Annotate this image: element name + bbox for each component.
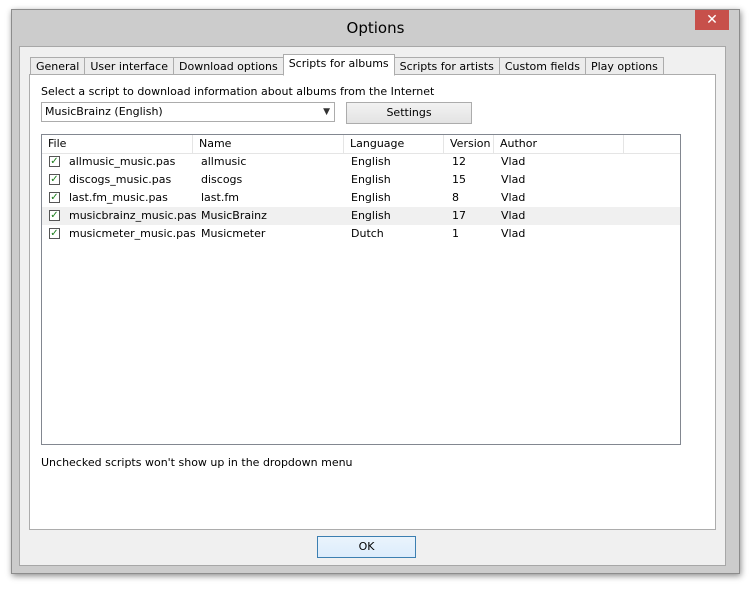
table-row[interactable]: ✓ musicbrainz_music.pas MusicBrainz Engl… xyxy=(42,207,680,225)
tab-panel: Select a script to download information … xyxy=(29,74,716,530)
cell-file: musicmeter_music.pas xyxy=(69,227,196,240)
cell-version: 8 xyxy=(452,191,459,204)
settings-button[interactable]: Settings xyxy=(346,102,472,124)
column-header-version[interactable]: Version xyxy=(444,135,494,153)
cell-author: Vlad xyxy=(501,191,526,204)
script-dropdown-value: MusicBrainz (English) xyxy=(45,105,163,118)
close-icon: ✕ xyxy=(706,12,718,28)
cell-language: Dutch xyxy=(351,227,384,240)
cell-name: discogs xyxy=(201,173,243,186)
ok-button[interactable]: OK xyxy=(317,536,416,558)
script-dropdown[interactable]: MusicBrainz (English) ▼ xyxy=(41,102,335,122)
tab-strip: General User interface Download options … xyxy=(30,54,664,76)
row-checkbox[interactable]: ✓ xyxy=(49,174,60,185)
dialog-client: General User interface Download options … xyxy=(19,46,726,566)
table-row[interactable]: ✓ allmusic_music.pas allmusic English 12… xyxy=(42,153,680,171)
script-prompt-label: Select a script to download information … xyxy=(41,85,435,98)
cell-file: discogs_music.pas xyxy=(69,173,172,186)
column-header-name[interactable]: Name xyxy=(193,135,344,153)
cell-file: allmusic_music.pas xyxy=(69,155,176,168)
cell-language: English xyxy=(351,155,391,168)
cell-author: Vlad xyxy=(501,209,526,222)
list-header: File Name Language Version Author xyxy=(42,135,680,154)
cell-version: 15 xyxy=(452,173,466,186)
unchecked-note: Unchecked scripts won't show up in the d… xyxy=(41,456,353,469)
cell-name: Musicmeter xyxy=(201,227,266,240)
cell-name: MusicBrainz xyxy=(201,209,267,222)
row-checkbox[interactable]: ✓ xyxy=(49,228,60,239)
cell-language: English xyxy=(351,173,391,186)
cell-language: English xyxy=(351,191,391,204)
cell-author: Vlad xyxy=(501,227,526,240)
close-button[interactable]: ✕ xyxy=(695,10,729,30)
cell-file: musicbrainz_music.pas xyxy=(69,209,197,222)
cell-file: last.fm_music.pas xyxy=(69,191,168,204)
cell-version: 17 xyxy=(452,209,466,222)
row-checkbox[interactable]: ✓ xyxy=(49,156,60,167)
row-checkbox[interactable]: ✓ xyxy=(49,192,60,203)
cell-version: 1 xyxy=(452,227,459,240)
cell-language: English xyxy=(351,209,391,222)
column-header-author[interactable]: Author xyxy=(494,135,624,153)
tab-scripts-for-albums[interactable]: Scripts for albums xyxy=(282,54,395,76)
options-window: Options ✕ General User interface Downloa… xyxy=(11,9,740,574)
cell-version: 12 xyxy=(452,155,466,168)
table-row[interactable]: ✓ last.fm_music.pas last.fm English 8 Vl… xyxy=(42,189,680,207)
cell-author: Vlad xyxy=(501,173,526,186)
table-row[interactable]: ✓ musicmeter_music.pas Musicmeter Dutch … xyxy=(42,225,680,243)
cell-name: last.fm xyxy=(201,191,239,204)
column-header-file[interactable]: File xyxy=(42,135,193,153)
table-row[interactable]: ✓ discogs_music.pas discogs English 15 V… xyxy=(42,171,680,189)
scripts-list[interactable]: File Name Language Version Author ✓ allm… xyxy=(41,134,681,445)
window-title: Options xyxy=(346,19,405,37)
row-checkbox[interactable]: ✓ xyxy=(49,210,60,221)
cell-name: allmusic xyxy=(201,155,247,168)
cell-author: Vlad xyxy=(501,155,526,168)
column-header-language[interactable]: Language xyxy=(344,135,444,153)
chevron-down-icon: ▼ xyxy=(323,107,330,117)
